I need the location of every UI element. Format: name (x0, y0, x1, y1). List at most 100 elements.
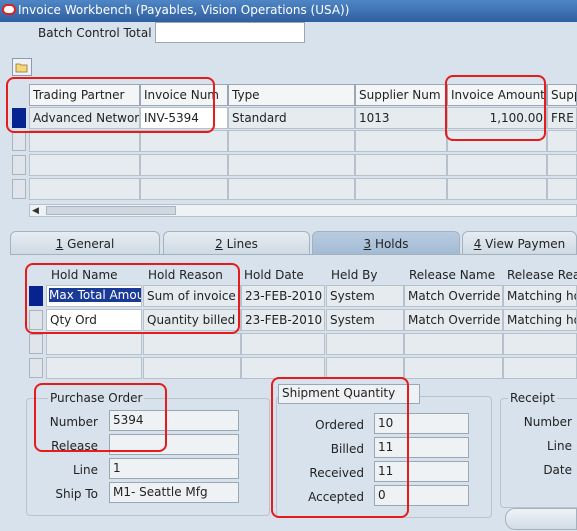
tab-lines-mnemonic: 2 (215, 237, 223, 251)
po-shipto-label: Ship To (55, 487, 98, 501)
empty-cell[interactable] (404, 333, 503, 355)
hold-row-indicator[interactable] (29, 310, 43, 330)
cell-hold-date[interactable]: 23-FEB-2010 (241, 309, 325, 331)
col-hold-name: Hold Name (51, 268, 118, 282)
row-indicator[interactable] (12, 179, 26, 199)
empty-cell[interactable] (447, 178, 547, 200)
hold-row-indicator[interactable] (29, 358, 43, 378)
col-release-reason: Release Rea (507, 268, 577, 282)
empty-cell[interactable] (29, 130, 140, 152)
col-type[interactable]: Type (228, 84, 355, 106)
empty-cell[interactable] (355, 178, 447, 200)
cell-release-reason[interactable]: Matching ho (503, 309, 577, 331)
cell-release-name[interactable]: Match Override (404, 309, 503, 331)
tab-lines[interactable]: 2 Lines (163, 231, 310, 255)
current-row-indicator[interactable] (12, 108, 26, 128)
empty-cell[interactable] (547, 130, 577, 152)
shipment-billed-field[interactable]: 11 (374, 437, 469, 458)
empty-cell[interactable] (228, 154, 355, 176)
empty-cell[interactable] (241, 333, 325, 355)
col-supplier[interactable]: Supp (547, 84, 577, 106)
empty-cell[interactable] (46, 333, 142, 355)
folder-icon[interactable] (12, 58, 32, 76)
cell-trading-partner[interactable]: Advanced Network (29, 107, 140, 129)
empty-cell[interactable] (326, 333, 404, 355)
po-release-label: Release (51, 439, 98, 453)
empty-cell[interactable] (447, 154, 547, 176)
cell-type[interactable]: Standard (228, 107, 355, 129)
empty-cell[interactable] (140, 154, 228, 176)
receipt-line-label: Line (546, 439, 572, 453)
oracle-logo-icon (2, 4, 16, 15)
cell-held-by[interactable]: System (326, 309, 404, 331)
empty-cell[interactable] (228, 130, 355, 152)
scroll-left-arrow-icon[interactable]: ◀ (32, 206, 39, 216)
empty-cell[interactable] (228, 178, 355, 200)
empty-cell[interactable] (143, 357, 241, 379)
shipment-ordered-label: Ordered (315, 418, 364, 432)
empty-cell[interactable] (447, 130, 547, 152)
cell-hold-name[interactable]: Qty Ord (46, 309, 142, 331)
window-title: Invoice Workbench (Payables, Vision Oper… (18, 3, 350, 17)
po-number-field[interactable]: 5394 (109, 410, 239, 431)
empty-cell[interactable] (547, 154, 577, 176)
po-shipto-field[interactable]: M1- Seattle Mfg (109, 482, 239, 503)
tab-view-payments[interactable]: 4 View Paymen (462, 231, 577, 255)
cell-hold-reason[interactable]: Sum of invoice a (143, 285, 241, 307)
cell-hold-reason[interactable]: Quantity billed e (143, 309, 241, 331)
col-invoice-num[interactable]: Invoice Num (140, 84, 228, 106)
row-indicator[interactable] (12, 131, 26, 151)
tab-view-payments-label: View Paymen (481, 237, 566, 251)
po-line-label: Line (72, 463, 98, 477)
cell-release-name[interactable]: Match Override (404, 285, 503, 307)
po-release-field[interactable] (109, 434, 239, 455)
cell-invoice-num[interactable]: INV-5394 (140, 107, 228, 129)
scrollbar-thumb[interactable] (46, 206, 176, 215)
cell-supplier-num[interactable]: 1013 (355, 107, 447, 129)
shipment-ordered-field[interactable]: 10 (374, 413, 469, 434)
cell-hold-name[interactable]: Max Total Amou (46, 285, 142, 307)
tab-holds-mnemonic: 3 (363, 237, 372, 251)
empty-cell[interactable] (29, 154, 140, 176)
receipt-number-label: Number (523, 415, 572, 429)
batch-control-total-field[interactable] (155, 22, 305, 43)
col-trading-partner[interactable]: Trading Partner (29, 84, 140, 106)
po-line-field[interactable]: 1 (109, 458, 239, 479)
horizontal-scrollbar[interactable]: ◀ (29, 204, 577, 217)
shipment-received-label: Received (309, 466, 364, 480)
empty-cell[interactable] (143, 333, 241, 355)
cell-hold-date[interactable]: 23-FEB-2010 (241, 285, 325, 307)
col-invoice-amount[interactable]: Invoice Amount (447, 84, 547, 106)
shipment-received-field[interactable]: 11 (374, 461, 469, 482)
cell-release-reason[interactable]: Matching ho (503, 285, 577, 307)
tab-general[interactable]: 1 General (10, 231, 160, 255)
shipment-quantity-title: Shipment Quantity (278, 384, 420, 404)
action-button[interactable] (505, 508, 577, 530)
cell-supplier[interactable]: FRE (547, 107, 577, 129)
col-hold-reason: Hold Reason (148, 268, 223, 282)
cell-invoice-amount[interactable]: 1,100.00 (447, 107, 547, 129)
empty-cell[interactable] (355, 154, 447, 176)
empty-cell[interactable] (503, 357, 577, 379)
row-indicator[interactable] (12, 155, 26, 175)
tab-holds-label: Holds (371, 237, 409, 251)
empty-cell[interactable] (355, 130, 447, 152)
col-supplier-num[interactable]: Supplier Num (355, 84, 447, 106)
shipment-accepted-field[interactable]: 0 (374, 485, 469, 506)
empty-cell[interactable] (140, 178, 228, 200)
tab-holds[interactable]: 3 Holds (312, 231, 460, 255)
hold-current-row-indicator[interactable] (29, 286, 43, 306)
empty-cell[interactable] (29, 178, 140, 200)
empty-cell[interactable] (140, 130, 228, 152)
empty-cell[interactable] (46, 357, 142, 379)
tab-general-label: General (63, 237, 115, 251)
col-hold-date: Hold Date (244, 268, 304, 282)
empty-cell[interactable] (503, 333, 577, 355)
empty-cell[interactable] (404, 357, 503, 379)
empty-cell[interactable] (241, 357, 325, 379)
cell-hold-name-text: Max Total Amou (49, 288, 141, 302)
empty-cell[interactable] (326, 357, 404, 379)
cell-held-by[interactable]: System (326, 285, 404, 307)
empty-cell[interactable] (547, 178, 577, 200)
hold-row-indicator[interactable] (29, 334, 43, 354)
